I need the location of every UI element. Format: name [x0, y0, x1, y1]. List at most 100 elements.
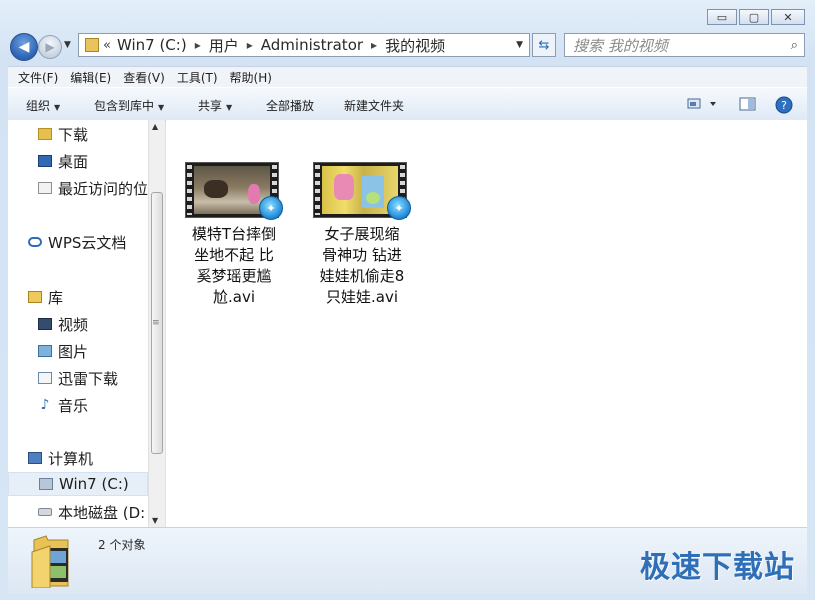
nav-item-label: 音乐	[58, 396, 89, 415]
back-button[interactable]: ◀	[10, 33, 38, 61]
library-icon	[28, 291, 42, 303]
forward-arrow-icon: ▶	[45, 40, 55, 54]
view-icon	[687, 98, 716, 109]
back-arrow-icon: ◀	[18, 39, 30, 55]
include-in-library-button[interactable]: 包含到库中 ▼	[94, 97, 164, 114]
menu-file[interactable]: 文件(F)	[18, 69, 58, 86]
nav-item-computer[interactable]: 计算机	[28, 446, 148, 470]
share-label: 共享	[198, 99, 223, 113]
file-name: 女子展现缩 骨神功 钻进 娃娃机偷走8 只娃娃.avi	[319, 225, 405, 306]
nav-item-xunlei-downloads[interactable]: 迅雷下载	[38, 366, 148, 390]
nav-item-label: Win7 (C:)	[59, 475, 129, 493]
maximize-button[interactable]: ▢	[739, 9, 769, 25]
music-icon: ♪	[40, 397, 50, 413]
organize-button[interactable]: 组织 ▼	[26, 97, 60, 114]
address-bar[interactable]: « Win7 (C:) ▸ 用户 ▸ Administrator ▸ 我的视频 …	[78, 33, 530, 57]
nav-item-label: 迅雷下载	[58, 369, 119, 388]
new-folder-label: 新建文件夹	[344, 99, 405, 113]
file-list: ✦ 模特T台摔倒 坐地不起 比 奚梦瑶更尴 尬.avi ✦ 女子展现缩 骨神功 …	[166, 120, 807, 527]
watermark-logo: 极速下载站	[640, 550, 795, 585]
nav-item-downloads[interactable]: 下载	[38, 122, 148, 146]
nav-item-label: 视频	[58, 315, 89, 334]
preview-pane-button[interactable]	[739, 96, 757, 115]
preview-pane-icon	[739, 97, 756, 111]
cloud-icon	[28, 237, 42, 247]
help-icon: ?	[775, 96, 793, 114]
menu-bar: 文件(F) 编辑(E) 查看(V) 工具(T) 帮助(H)	[8, 66, 807, 87]
view-options-button[interactable]	[687, 96, 721, 115]
scroll-down-icon[interactable]: ▼	[152, 516, 158, 525]
search-input[interactable]: 搜索 我的视频 ⌕	[564, 33, 805, 57]
breadcrumb-separator[interactable]: ▸	[195, 38, 201, 52]
nav-item-label: WPS云文档	[48, 233, 127, 252]
recent-pages-dropdown[interactable]: ▼	[64, 40, 71, 50]
pictures-icon	[38, 345, 52, 357]
video-thumbnail: ✦	[185, 162, 283, 220]
nav-item-desktop[interactable]: 桌面	[38, 149, 148, 173]
video-folder-icon	[31, 535, 69, 588]
share-button[interactable]: 共享 ▼	[198, 97, 232, 114]
menu-edit[interactable]: 编辑(E)	[70, 69, 111, 86]
refresh-icon: ⇆	[538, 37, 550, 53]
chevron-down-icon[interactable]: ▼	[516, 40, 523, 50]
nav-item-videos[interactable]: 视频	[38, 312, 148, 336]
search-placeholder: 搜索 我的视频	[573, 36, 668, 55]
nav-item-music[interactable]: ♪ 音乐	[38, 393, 148, 417]
navigation-pane: 下载 桌面 最近访问的位置 WPS云文档 库 视频 图片 迅雷下载	[8, 120, 148, 527]
menu-help[interactable]: 帮助(H)	[230, 69, 272, 86]
organize-label: 组织	[26, 99, 51, 113]
breadcrumb-item[interactable]: Win7 (C:)	[117, 36, 187, 54]
minimize-button[interactable]: ▭	[707, 9, 737, 25]
nav-item-wps-cloud[interactable]: WPS云文档	[28, 230, 148, 254]
video-thumbnail: ✦	[313, 162, 411, 220]
media-player-badge-icon: ✦	[387, 196, 411, 220]
play-all-button[interactable]: 全部播放	[266, 97, 314, 114]
menu-view[interactable]: 查看(V)	[123, 69, 165, 86]
nav-item-libraries[interactable]: 库	[28, 285, 148, 309]
nav-item-label: 计算机	[48, 449, 94, 468]
nav-item-recent-places[interactable]: 最近访问的位置	[38, 176, 148, 200]
breadcrumb-separator[interactable]: ▸	[371, 38, 377, 52]
nav-item-local-disk-d[interactable]: 本地磁盘 (D:	[38, 500, 148, 524]
nav-item-win7-c[interactable]: Win7 (C:)	[8, 472, 148, 496]
file-name: 模特T台摔倒 坐地不起 比 奚梦瑶更尴 尬.avi	[191, 225, 277, 306]
nav-item-label: 库	[48, 288, 64, 307]
file-item[interactable]: ✦ 模特T台摔倒 坐地不起 比 奚梦瑶更尴 尬.avi	[174, 162, 294, 308]
nav-pane-scrollbar[interactable]: ▲ ≡ ▼	[148, 120, 165, 527]
nav-item-label: 本地磁盘 (D:	[58, 503, 146, 522]
video-library-icon	[38, 318, 52, 330]
scrollbar-grip-icon: ≡	[152, 318, 160, 328]
menu-tools[interactable]: 工具(T)	[177, 69, 218, 86]
recent-places-icon	[38, 182, 52, 194]
explorer-window: ▭ ▢ ✕ ◀ ▶ ▼ « Win7 (C:) ▸ 用户 ▸ Administr…	[0, 0, 815, 600]
caption-buttons: ▭ ▢ ✕	[707, 9, 805, 25]
search-icon[interactable]: ⌕	[791, 38, 798, 53]
chevron-down-icon: ▼	[54, 103, 61, 112]
new-folder-button[interactable]: 新建文件夹	[344, 97, 404, 114]
nav-item-label: 桌面	[58, 152, 89, 171]
file-item[interactable]: ✦ 女子展现缩 骨神功 钻进 娃娃机偷走8 只娃娃.avi	[302, 162, 422, 308]
system-drive-icon	[39, 478, 53, 490]
folder-icon	[85, 38, 99, 52]
nav-item-pictures[interactable]: 图片	[38, 339, 148, 363]
item-count: 2 个对象	[98, 538, 146, 552]
xunlei-download-icon	[38, 372, 52, 384]
desktop-icon	[38, 155, 52, 167]
refresh-button[interactable]: ⇆	[532, 33, 556, 57]
computer-icon	[28, 452, 42, 464]
include-in-library-label: 包含到库中	[94, 99, 155, 113]
breadcrumb-overflow[interactable]: «	[103, 38, 111, 53]
scroll-up-icon[interactable]: ▲	[152, 122, 158, 131]
breadcrumb-item[interactable]: Administrator	[261, 36, 363, 54]
breadcrumb-item[interactable]: 用户	[209, 35, 239, 56]
nav-item-label: 图片	[58, 342, 89, 361]
play-all-label: 全部播放	[266, 99, 315, 113]
forward-button[interactable]: ▶	[38, 35, 62, 59]
command-bar: 组织 ▼ 包含到库中 ▼ 共享 ▼ 全部播放 新建文件夹 ?	[8, 87, 807, 121]
help-button[interactable]: ?	[775, 96, 793, 117]
chevron-down-icon: ▼	[158, 103, 165, 112]
close-button[interactable]: ✕	[771, 9, 805, 25]
breadcrumb-item[interactable]: 我的视频	[385, 35, 445, 56]
svg-text:?: ?	[781, 99, 787, 112]
breadcrumb-separator[interactable]: ▸	[247, 38, 253, 52]
